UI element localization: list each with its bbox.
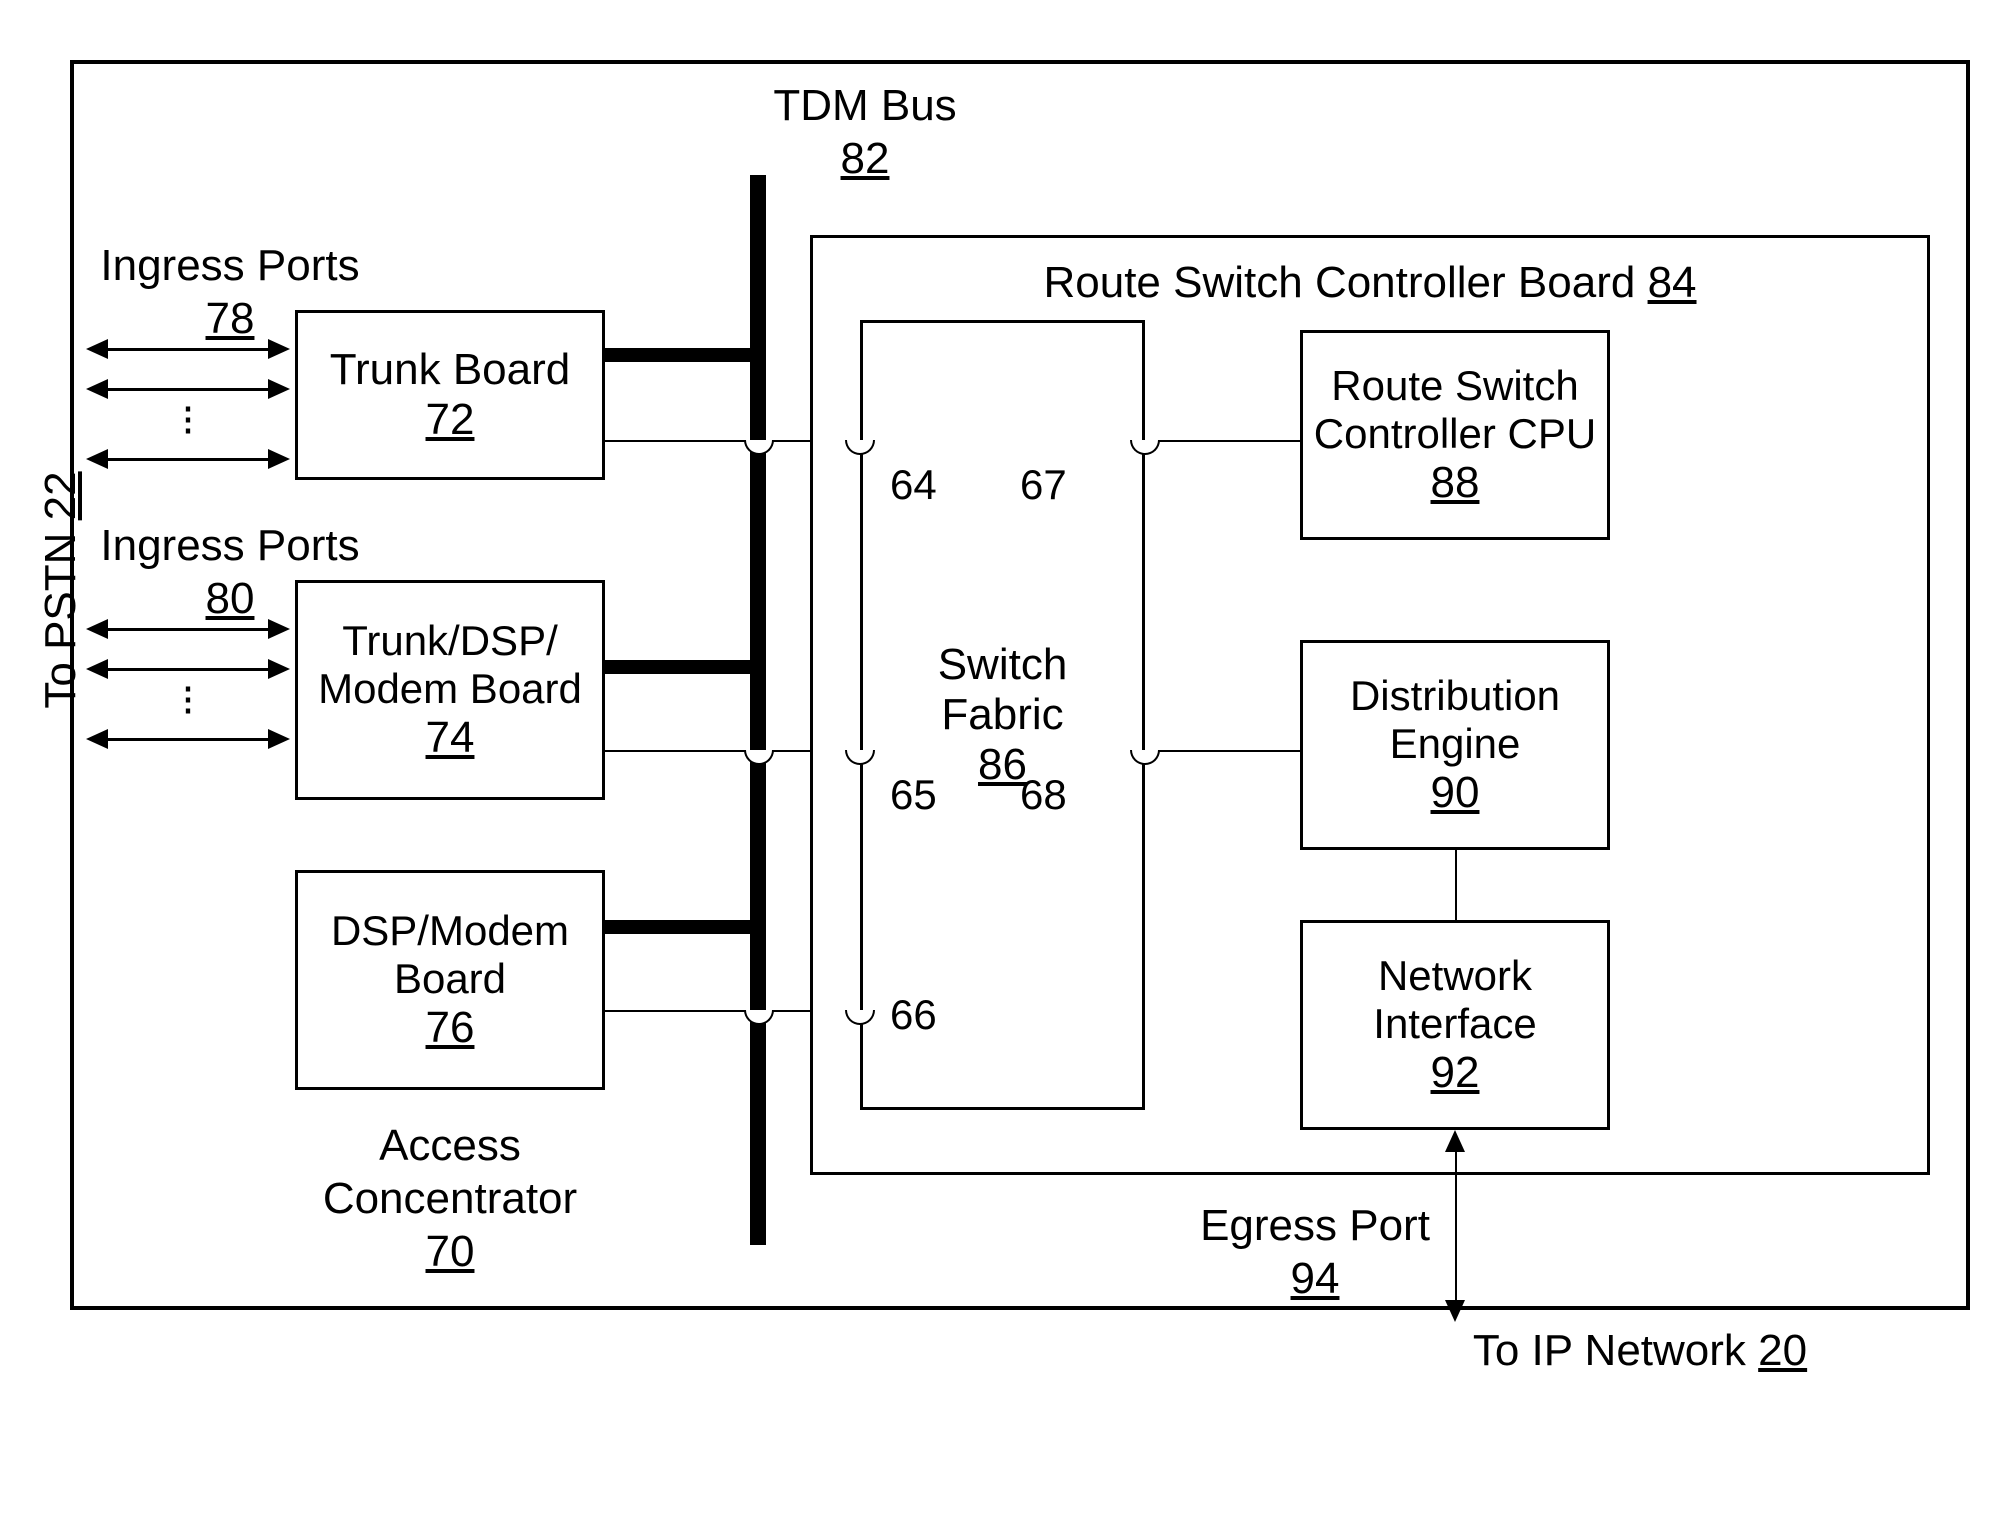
- cpu1: Route Switch: [1331, 362, 1578, 410]
- sf1: Switch: [938, 640, 1068, 690]
- egress-ref: 94: [1291, 1254, 1340, 1303]
- ingress1-text: Ingress Ports: [100, 241, 359, 290]
- tdm-ref: 74: [426, 713, 475, 763]
- connector-line: [1145, 750, 1300, 752]
- arrow-head: [268, 729, 290, 749]
- ingress2-ref: 80: [206, 574, 255, 623]
- ellipsis-icon: ⋮: [172, 680, 205, 718]
- arrow-line: [108, 458, 268, 461]
- port-64: 64: [890, 460, 937, 510]
- dm-ref: 76: [426, 1003, 475, 1053]
- de-ref: 90: [1431, 768, 1480, 818]
- pstn-text: To PSTN: [36, 533, 85, 709]
- port-67: 67: [1020, 460, 1067, 510]
- dist-engine-box: Distribution Engine 90: [1300, 640, 1610, 850]
- arrow-head: [86, 449, 108, 469]
- dm1: DSP/Modem: [331, 907, 569, 955]
- tdm1: Trunk/DSP/: [342, 617, 558, 665]
- arrow-head: [1445, 1130, 1465, 1152]
- to-ip-network-label: To IP Network 20: [1440, 1325, 1840, 1378]
- ip-text: To IP Network: [1473, 1326, 1746, 1375]
- trunk-label: Trunk Board: [330, 345, 570, 395]
- trunk-ref: 72: [426, 395, 475, 445]
- dm2: Board: [394, 955, 506, 1003]
- network-interface-box: Network Interface 92: [1300, 920, 1610, 1130]
- arrow-line: [108, 738, 268, 741]
- cpu2: Controller CPU: [1314, 410, 1596, 458]
- connector-line: [1455, 850, 1457, 920]
- tdm-bus-label: TDM Bus 82: [740, 80, 990, 186]
- arrow-head: [86, 729, 108, 749]
- cpu-ref: 88: [1431, 458, 1480, 508]
- bus-ref: 82: [841, 134, 890, 183]
- trunk-dsp-modem-box: Trunk/DSP/ Modem Board 74: [295, 580, 605, 800]
- egress-arrow-line: [1455, 1145, 1457, 1300]
- access-concentrator-label: Access Concentrator 70: [280, 1120, 620, 1278]
- egress-port-label: Egress Port 94: [1185, 1200, 1445, 1306]
- ac1: Access: [379, 1121, 521, 1170]
- arrow-head: [268, 449, 290, 469]
- rsc-cpu-box: Route Switch Controller CPU 88: [1300, 330, 1610, 540]
- diagram-root: To PSTN 22 TDM Bus 82 Ingress Ports 78 ⋮…: [20, 20, 1991, 1501]
- tdm-bus-bar: [750, 175, 766, 1245]
- ac-ref: 70: [426, 1227, 475, 1276]
- pstn-ref: 22: [36, 471, 85, 520]
- ni2: Interface: [1373, 1000, 1536, 1048]
- arrow-head: [86, 379, 108, 399]
- port-66: 66: [890, 990, 937, 1040]
- connector-bar: [605, 348, 753, 362]
- arrow-head: [268, 619, 290, 639]
- connector-line: [1145, 440, 1300, 442]
- sf2: Fabric: [941, 690, 1063, 740]
- ni-ref: 92: [1431, 1048, 1480, 1098]
- ingress2-text: Ingress Ports: [100, 521, 359, 570]
- arrow-line: [108, 668, 268, 671]
- arrow-line: [108, 388, 268, 391]
- de1: Distribution: [1350, 672, 1560, 720]
- arrow-head: [268, 339, 290, 359]
- arrow-head: [86, 619, 108, 639]
- arrow-head: [268, 659, 290, 679]
- to-pstn-label: To PSTN 22: [35, 390, 88, 790]
- connector-bar: [605, 920, 753, 934]
- trunk-board-box: Trunk Board 72: [295, 310, 605, 480]
- ni1: Network: [1378, 952, 1532, 1000]
- arrow-head: [268, 379, 290, 399]
- arrow-line: [108, 348, 268, 351]
- dsp-modem-box: DSP/Modem Board 76: [295, 870, 605, 1090]
- rsc-board-label: Route Switch Controller Board: [1043, 258, 1635, 307]
- port-65: 65: [890, 770, 937, 820]
- egress-text: Egress Port: [1200, 1201, 1430, 1250]
- de2: Engine: [1390, 720, 1521, 768]
- ac2: Concentrator: [323, 1174, 577, 1223]
- arrow-line: [108, 628, 268, 631]
- port-68: 68: [1020, 770, 1067, 820]
- arrow-head: [86, 339, 108, 359]
- arrow-head: [1445, 1300, 1465, 1322]
- tdm2: Modem Board: [318, 665, 582, 713]
- bus-text: TDM Bus: [773, 81, 956, 130]
- ellipsis-icon: ⋮: [172, 400, 205, 438]
- ip-ref: 20: [1758, 1326, 1807, 1375]
- arrow-head: [86, 659, 108, 679]
- connector-bar: [605, 660, 753, 674]
- rsc-board-ref: 84: [1648, 258, 1697, 307]
- ingress1-ref: 78: [206, 294, 255, 343]
